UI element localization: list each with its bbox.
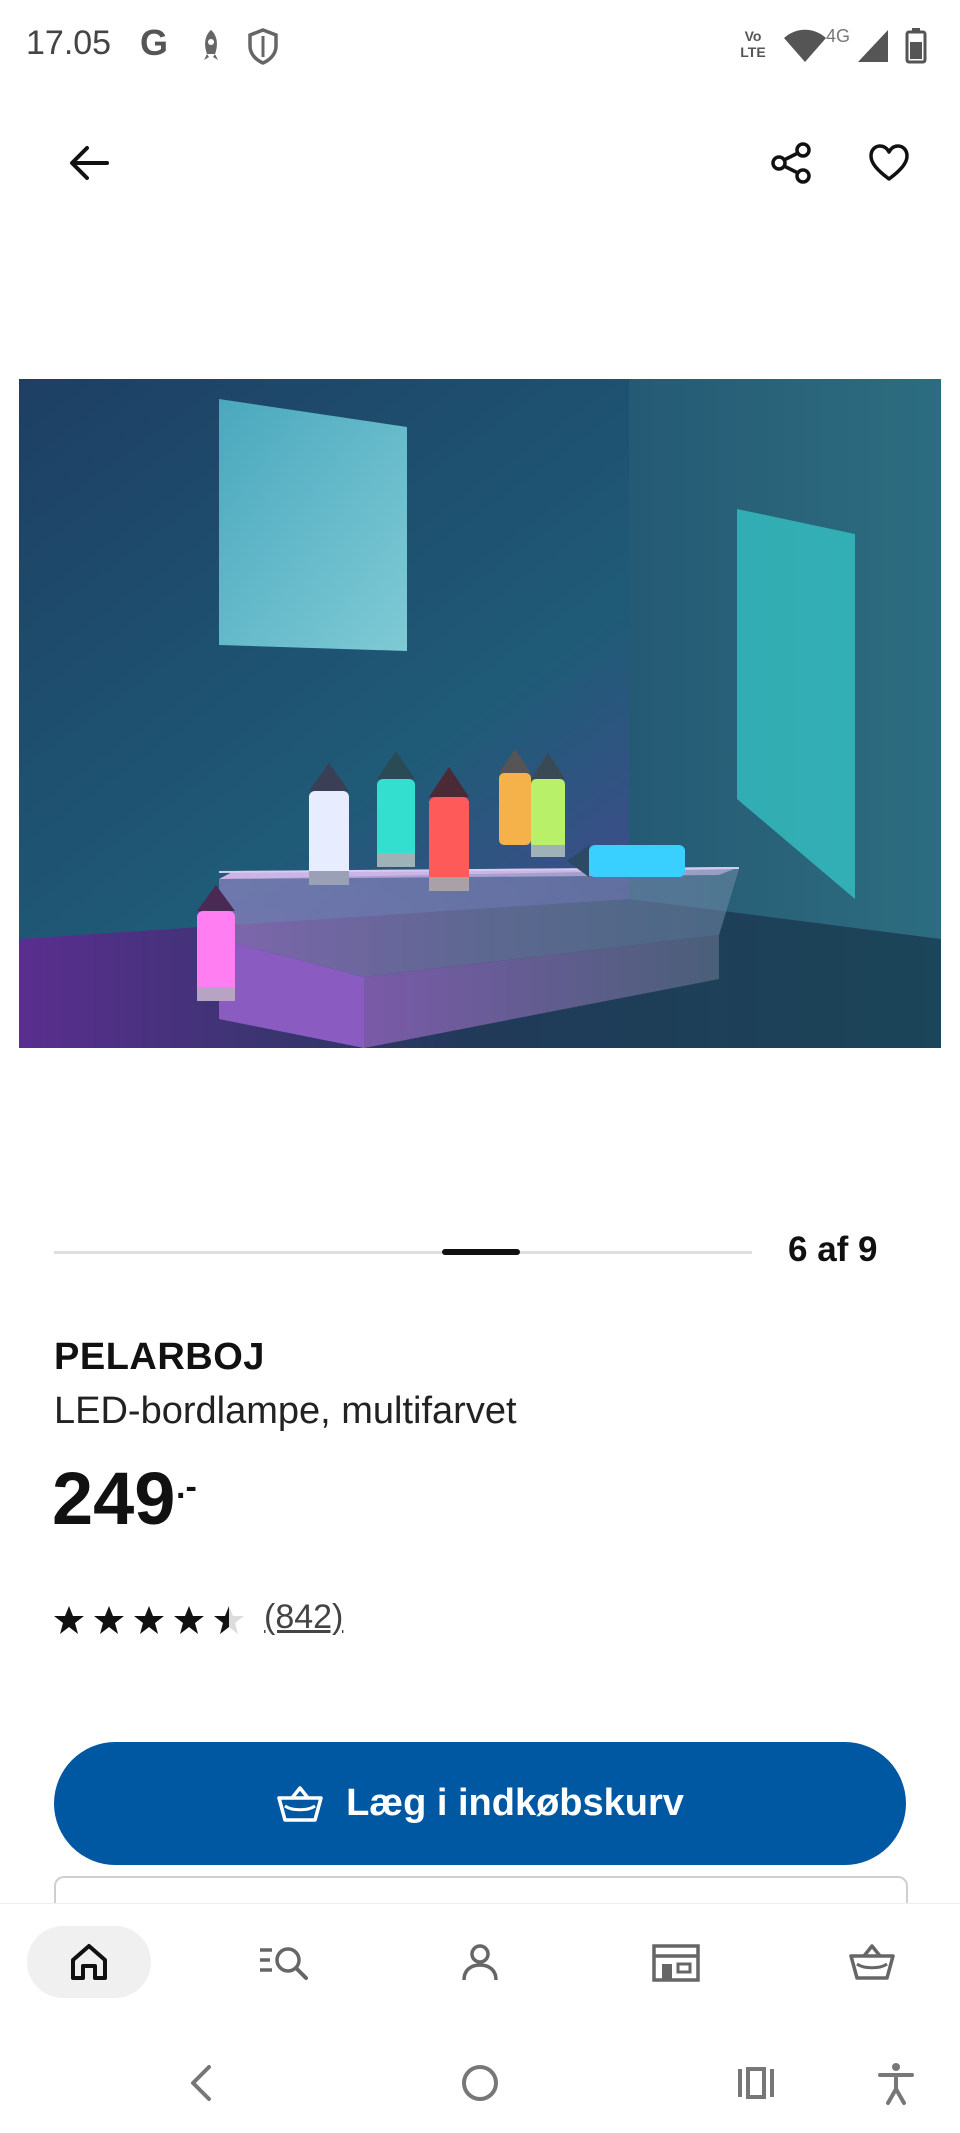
chevron-left-icon: [191, 2065, 211, 2101]
accessibility-button[interactable]: [866, 2053, 926, 2113]
nav-home[interactable]: [27, 1926, 151, 1998]
home-icon: [71, 1944, 107, 1980]
circle-home-icon: [462, 2065, 498, 2101]
arrow-left-icon: [70, 146, 109, 180]
nav-store[interactable]: [614, 1926, 738, 1998]
carousel-counter: 6 af 9: [788, 1230, 878, 1269]
basket-icon: [849, 1944, 895, 1980]
system-home-button[interactable]: [450, 2053, 510, 2113]
back-button[interactable]: [54, 128, 124, 198]
add-to-basket-button[interactable]: Læg i indkøbskurv: [54, 1742, 906, 1865]
rating-count-link[interactable]: (842): [264, 1598, 343, 1637]
system-back-button[interactable]: [172, 2053, 232, 2113]
system-recents-button[interactable]: [726, 2053, 786, 2113]
wifi-icon: [784, 29, 826, 62]
product-description: LED-bordlampe, multifarvet: [54, 1390, 517, 1432]
product-photo: [19, 379, 941, 1048]
nav-search[interactable]: [222, 1926, 346, 1998]
share-button[interactable]: [756, 128, 826, 198]
nav-profile[interactable]: [418, 1926, 542, 1998]
share-icon: [771, 142, 811, 184]
add-to-basket-label: Læg i indkøbskurv: [346, 1782, 684, 1824]
network-label: 4G: [826, 26, 851, 46]
product-image[interactable]: [19, 379, 941, 1048]
carousel-track: [54, 1251, 752, 1254]
google-icon: G: [140, 22, 169, 63]
status-bar: 17.05 G Vo LTE 4G: [0, 0, 960, 92]
battery-icon: [905, 28, 927, 64]
favourite-button[interactable]: [854, 128, 924, 198]
shield-icon: [248, 28, 278, 65]
star-rating-icon: [54, 1606, 244, 1634]
carousel-position-indicator: [442, 1249, 520, 1255]
signal-icon: [858, 30, 888, 62]
nav-basket[interactable]: [810, 1926, 934, 1998]
product-name: PELARBOJ: [54, 1336, 265, 1378]
product-page: 17.05 G Vo LTE 4G 6 af 9 PELARBOJ LED-bo…: [0, 0, 960, 2133]
product-price: 249: [52, 1457, 176, 1540]
heart-icon: [869, 144, 909, 181]
rating-stars: [54, 1598, 254, 1642]
user-icon: [462, 1944, 498, 1981]
price-suffix: .-: [176, 1468, 197, 1506]
accessibility-icon: [878, 2063, 914, 2105]
bottom-navigation: [0, 1903, 960, 2024]
store-icon: [652, 1944, 700, 1982]
status-time: 17.05: [26, 24, 112, 62]
system-navigation: [0, 2023, 960, 2133]
search-list-icon: [260, 1947, 308, 1980]
volte-label: Vo LTE: [740, 28, 766, 60]
rocket-icon: [204, 30, 218, 60]
recents-icon: [738, 2067, 774, 2099]
basket-icon: [277, 1785, 323, 1822]
